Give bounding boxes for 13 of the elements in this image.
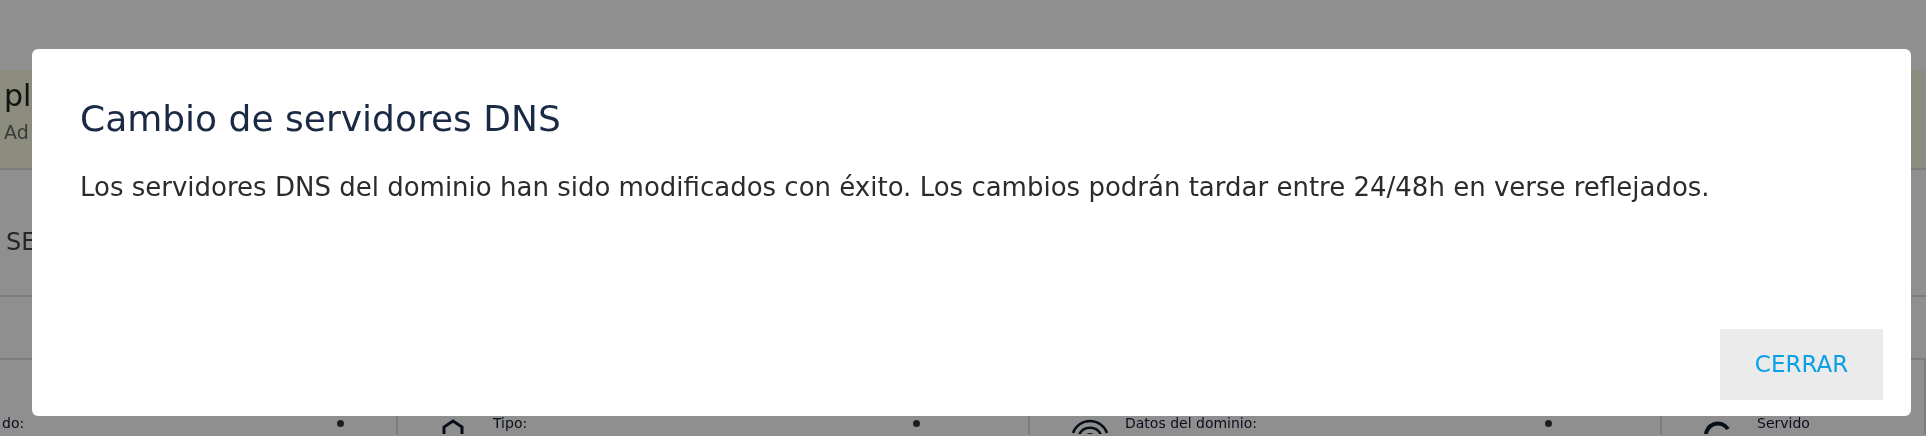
field-label: Datos del dominio:: [1125, 415, 1259, 432]
field-label: Tipo:: [493, 415, 529, 432]
dot-icon: [1545, 420, 1552, 427]
page-subtitle: Ad: [4, 120, 29, 145]
dialog-message: Los servidores DNS del dominio han sido modificados con éxito. Los cambios podrán tardar entre 24/48h en verse reflejados.: [80, 171, 1711, 205]
signal-icon: [1070, 418, 1110, 434]
dot-icon: [337, 420, 344, 427]
field-label: do:: [2, 415, 26, 432]
page-title: pl: [4, 78, 32, 114]
close-button[interactable]: CERRAR: [1720, 329, 1883, 400]
dot-icon: [913, 420, 920, 427]
dialog-title: Cambio de servidores DNS: [80, 97, 562, 141]
field-label: Servido: [1757, 415, 1811, 432]
